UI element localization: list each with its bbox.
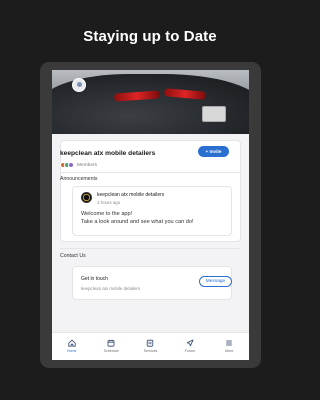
- tab-services[interactable]: Services: [132, 338, 168, 353]
- message-button[interactable]: Message: [199, 276, 232, 287]
- license-plate: [202, 106, 226, 122]
- announcement-line: Welcome to the app!: [81, 211, 133, 217]
- divider: [60, 248, 241, 249]
- announcement-body: Welcome to the app! Take a look around a…: [81, 210, 231, 226]
- tab-schedule[interactable]: Schedule: [93, 338, 129, 353]
- contact-subtitle: keepclean atx mobile detailers: [81, 286, 141, 291]
- announcements-heading: Announcements: [60, 176, 98, 182]
- services-icon: [146, 338, 155, 347]
- tab-label: Schedule: [103, 349, 119, 353]
- tab-label: Services: [143, 349, 158, 353]
- rocket-icon: [185, 338, 194, 347]
- calendar-icon: [107, 338, 116, 347]
- invite-button[interactable]: + Invite: [198, 146, 229, 157]
- members-label: Members: [77, 162, 97, 168]
- home-icon: [67, 338, 76, 347]
- announcement-author: keepclean atx mobile detailers: [97, 192, 165, 198]
- member-avatar: [68, 162, 74, 168]
- contact-title: Get in touch: [81, 276, 108, 282]
- contact-heading: Contact Us: [60, 253, 86, 259]
- tab-home[interactable]: Home: [54, 338, 90, 353]
- tab-more[interactable]: More: [211, 338, 247, 353]
- tab-label: Forum: [184, 349, 196, 353]
- announcement-time: 3 hours ago: [97, 200, 121, 205]
- group-avatar[interactable]: [72, 78, 86, 92]
- divider: [60, 172, 241, 173]
- bottom-tab-bar: Home Schedule Services Forum More: [52, 332, 249, 360]
- members-row[interactable]: Members: [60, 162, 97, 168]
- promo-title: Staying up to Date: [83, 28, 217, 45]
- hero-image: [52, 70, 249, 134]
- announcement-line: Take a look around and see what you can …: [81, 219, 194, 225]
- tab-label: Home: [66, 349, 77, 353]
- group-name: keepclean atx mobile detailers: [60, 150, 156, 157]
- device-frame: keepclean atx mobile detailers + Invite …: [40, 62, 261, 368]
- app-screen: keepclean atx mobile detailers + Invite …: [52, 70, 249, 360]
- author-avatar: [81, 192, 92, 203]
- tab-forum[interactable]: Forum: [172, 338, 208, 353]
- tab-label: More: [225, 349, 234, 353]
- menu-icon: [225, 338, 234, 347]
